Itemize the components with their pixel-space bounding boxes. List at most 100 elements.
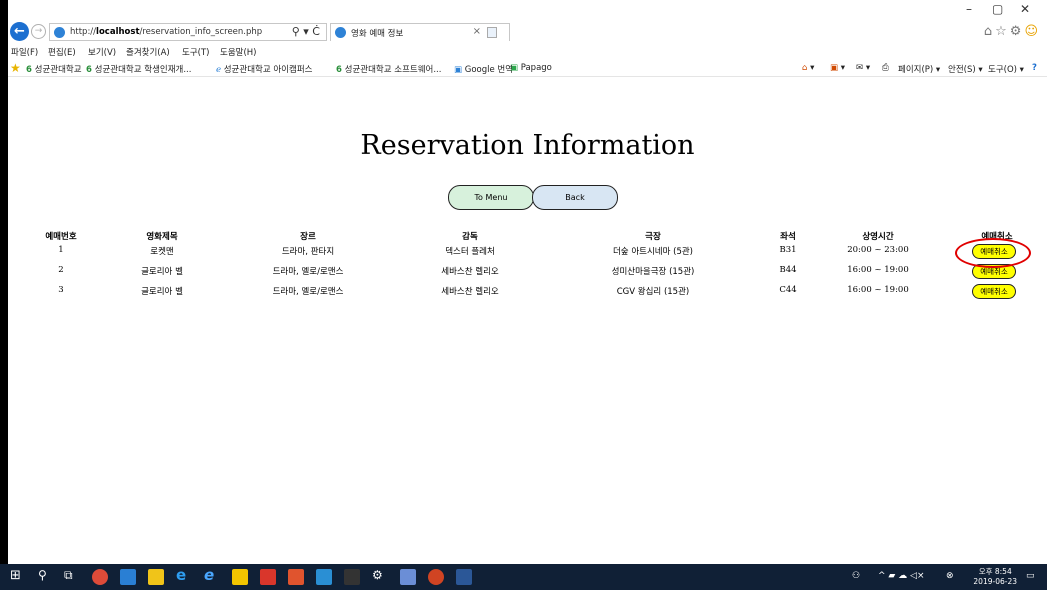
chrome-icon[interactable] [92,569,108,585]
cell-theater: 더숲 아트시네마 (5관) [612,247,693,257]
page-title: Reservation Information [360,130,695,161]
red-highlight-circle [955,238,1031,268]
fav-skku-icampus[interactable]: ℯ 성균관대학교 아이캠퍼스 [216,63,312,75]
back-button[interactable]: Back [532,185,618,210]
menu-edit[interactable]: 편집(E) [48,46,76,58]
clock[interactable]: 오후 8:54 2019-06-23 [973,567,1017,587]
home-favorites-settings-icons[interactable]: ⌂☆⚙☺ [984,24,1041,39]
read-mail-icon[interactable]: ✉ ▾ [856,63,870,73]
menu-file[interactable]: 파일(F) [11,46,38,58]
ie-tab-icon [335,27,346,38]
home-command-icon[interactable]: ⌂ ▾ [802,63,814,73]
cell-theater: CGV 왕십리 (15관) [616,287,690,297]
fav-skku[interactable]: 6 성균관대학교 [26,63,82,75]
acrobat-icon[interactable] [260,569,276,585]
address-url[interactable]: http://localhost/reservation_info_screen… [70,27,262,37]
windows-start-icon[interactable]: ⊞ [10,568,21,583]
search-refresh-icons[interactable]: ⚲ ▾ Ċ [292,25,320,38]
cell-no: 3 [58,285,64,295]
safety-menu[interactable]: 안전(S) ▾ [948,63,983,75]
fav-papago[interactable]: ▣ Papago [510,63,552,73]
skku-logo-icon: 6 [26,65,32,75]
app-cube-icon[interactable] [316,569,332,585]
cell-seat: B44 [779,265,797,275]
fav-skku-student[interactable]: 6 성균관대학교 학생인재개... [86,63,191,75]
menu-view[interactable]: 보기(V) [88,46,116,58]
file-explorer-icon[interactable] [148,569,164,585]
forward-arrow-icon[interactable]: → [31,24,46,39]
cell-no: 2 [58,265,64,275]
google-translate-icon: ▣ [454,65,463,75]
fav-skku-software[interactable]: 6 성균관대학교 소프트웨어... [336,63,441,75]
address-bar[interactable]: http://localhost/reservation_info_screen… [49,23,327,41]
cell-director: 세바스찬 렐리오 [441,287,499,297]
back-arrow-icon[interactable]: ← [10,22,29,41]
tab-close-icon[interactable]: × [473,26,481,37]
rss-command-icon[interactable]: ▣ ▾ [830,63,845,73]
minimize-icon[interactable]: – [966,2,972,16]
mail-icon[interactable] [120,569,136,585]
cell-genre: 드라마, 판타지 [281,247,335,257]
search-icon[interactable]: ⚲ [38,568,47,582]
menu-bar: 파일(F) 편집(E) 보기(V) 즐겨찾기(A) 도구(T) 도움말(H) [8,44,1047,60]
favorites-star-icon[interactable]: ★ [10,61,21,75]
new-tab-icon[interactable] [487,27,497,38]
tools-menu[interactable]: 도구(O) ▾ [988,63,1024,75]
cell-movie: 로켓맨 [150,247,174,257]
cell-no: 1 [58,245,64,255]
terminal-icon[interactable] [344,569,360,585]
header-genre: 장르 [300,232,316,242]
window-close-icon[interactable]: ✕ [1020,2,1030,16]
print-icon[interactable]: ⎙ [882,63,889,73]
cancel-reservation-button[interactable]: 예매취소 [972,284,1016,299]
word-icon[interactable] [456,569,472,585]
photos-icon[interactable] [288,569,304,585]
papago-icon: ▣ [510,63,519,73]
internet-explorer-icon[interactable]: e [204,566,214,584]
cell-movie: 글로리아 벨 [141,287,183,297]
header-reservation-no: 예매번호 [45,232,77,242]
cell-genre: 드라마, 멜로/로맨스 [272,287,344,297]
powerpoint-icon[interactable] [428,569,444,585]
header-theater: 극장 [645,232,661,242]
action-center-icon[interactable]: ▭ [1026,571,1035,581]
menu-favorites[interactable]: 즐겨찾기(A) [126,46,170,58]
cell-seat: B31 [779,245,797,255]
page-menu[interactable]: 페이지(P) ▾ [898,63,940,75]
page-content: Reservation Information To Menu Back 예매번… [8,78,1047,564]
address-row: ← → http://localhost/reservation_info_sc… [8,0,1047,44]
paint-icon[interactable] [400,569,416,585]
menu-help[interactable]: 도움말(H) [220,46,256,58]
favorites-bar: ★ 6 성균관대학교 6 성균관대학교 학생인재개... ℯ 성균관대학교 아이… [8,60,1047,77]
cell-showtime: 16:00 ~ 19:00 [847,265,909,275]
cell-movie: 글로리아 벨 [141,267,183,277]
cell-theater: 성미산마을극장 (15관) [611,267,695,277]
menu-tools[interactable]: 도구(T) [182,46,209,58]
ie-page-icon [54,27,65,38]
cell-genre: 드라마, 멜로/로맨스 [272,267,344,277]
tab-title: 영화 예매 정보 [351,29,404,39]
settings-gear-icon[interactable]: ⚙ [372,568,383,582]
header-director: 감독 [462,232,478,242]
clock-time: 오후 8:54 [978,567,1012,576]
browser-tab[interactable]: 영화 예매 정보 × [330,23,510,41]
fav-google-translate[interactable]: ▣ Google 번역 [454,63,513,75]
notification-bell-icon[interactable]: ⊗ [946,571,954,581]
header-movie-title: 영화제목 [146,232,178,242]
ie-page-icon: ℯ [216,65,222,75]
header-showtime: 상영시간 [862,232,894,242]
edge-icon[interactable]: e [176,566,186,584]
help-icon[interactable]: ? [1032,63,1037,73]
tray-expand-icon[interactable]: ^ ▰ ☁ ◁× [878,571,925,581]
smile-feedback-icon[interactable]: ☺ [1024,24,1041,39]
clock-date: 2019-06-23 [973,577,1017,586]
cell-seat: C44 [779,285,797,295]
header-seat: 좌석 [780,232,796,242]
restore-icon[interactable]: ▢ [992,2,1003,16]
to-menu-button[interactable]: To Menu [448,185,534,210]
taskbar: ⊞ ⚲ ⧉ e e ⚙ ⚇ ^ ▰ ☁ ◁× ⊗ 오후 8:54 2019-06… [0,564,1047,590]
people-icon[interactable]: ⚇ [852,571,860,581]
cell-showtime: 16:00 ~ 19:00 [847,285,909,295]
sticky-notes-icon[interactable] [232,569,248,585]
task-view-icon[interactable]: ⧉ [64,568,73,583]
